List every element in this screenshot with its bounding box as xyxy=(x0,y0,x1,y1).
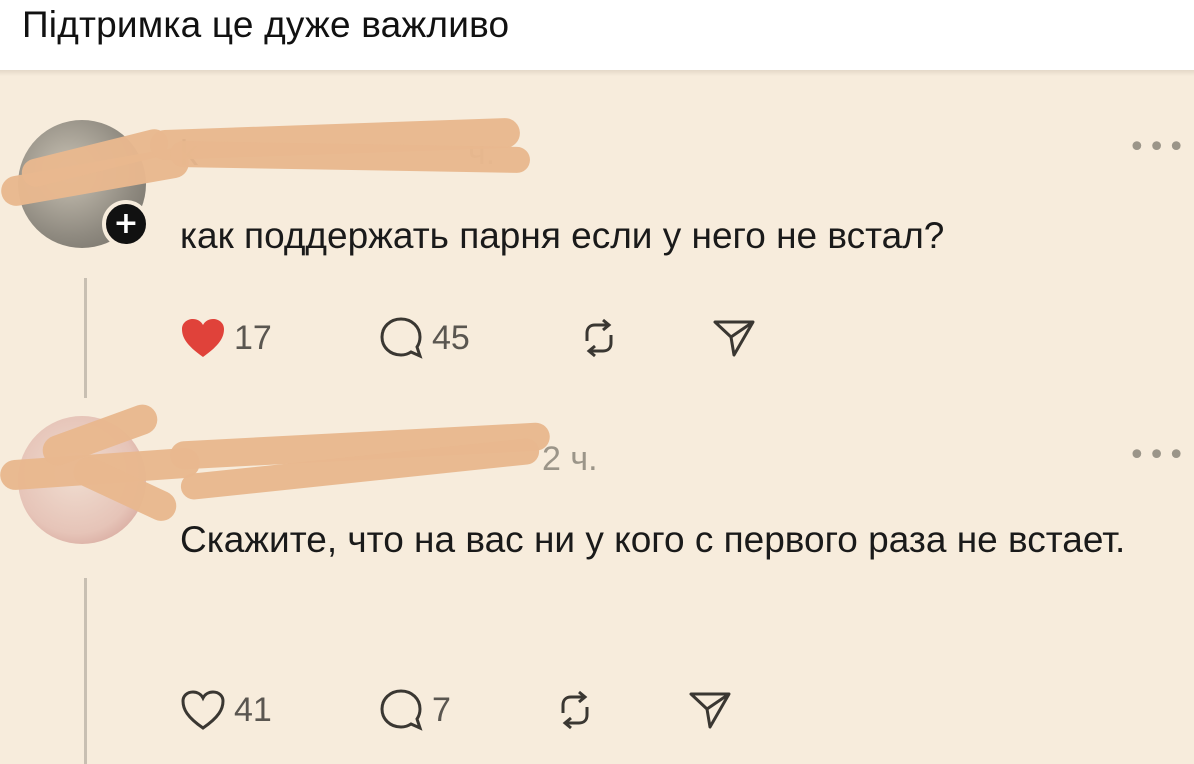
repost-icon xyxy=(561,690,589,730)
post-text: как поддержать парня если у него не вста… xyxy=(180,215,945,256)
more-dots-icon[interactable]: ••• xyxy=(1128,130,1187,165)
repost-button[interactable] xyxy=(578,308,620,368)
meme-page: Підтримка це дуже важливо + k ч. ••• как… xyxy=(0,0,1194,764)
like-button[interactable]: 41 xyxy=(180,680,272,740)
share-button[interactable] xyxy=(712,308,756,368)
comment-button[interactable]: 45 xyxy=(378,308,470,368)
thread-line xyxy=(84,278,87,398)
caption-bar: Підтримка це дуже важливо xyxy=(0,0,1194,70)
post-actions: 17 45 xyxy=(180,308,800,368)
redaction-scribble xyxy=(169,140,531,174)
comment-bubble-icon xyxy=(380,689,423,731)
post-2: 2 ч. ••• Скажите, что на вас ни у кого с… xyxy=(0,400,1194,764)
top-shadow xyxy=(0,70,1194,76)
thread-line xyxy=(84,578,87,764)
like-count: 17 xyxy=(234,318,272,357)
post-text: Скажите, что на вас ни у кого с первого … xyxy=(180,519,1126,560)
repost-icon xyxy=(585,318,613,358)
comment-button[interactable]: 7 xyxy=(378,680,451,740)
share-send-icon xyxy=(713,320,755,357)
follow-plus-icon[interactable]: + xyxy=(102,200,150,248)
repost-button[interactable] xyxy=(554,680,596,740)
share-send-icon xyxy=(689,692,731,729)
share-button[interactable] xyxy=(688,680,732,740)
caption-text: Підтримка це дуже важливо xyxy=(22,4,510,45)
comment-count: 7 xyxy=(432,690,451,729)
comment-count: 45 xyxy=(432,318,470,357)
comment-bubble-icon xyxy=(380,317,423,359)
post-time: 2 ч. xyxy=(542,440,598,478)
threads-screenshot: + k ч. ••• как поддержать парня если у н… xyxy=(0,70,1194,764)
post-1: + k ч. ••• как поддержать парня если у н… xyxy=(0,110,1194,420)
like-count: 41 xyxy=(234,690,272,729)
like-button[interactable]: 17 xyxy=(180,308,272,368)
heart-outline-icon xyxy=(181,690,225,730)
more-dots-icon[interactable]: ••• xyxy=(1128,438,1187,473)
post-actions: 41 7 xyxy=(180,680,800,740)
heart-icon xyxy=(182,319,224,357)
